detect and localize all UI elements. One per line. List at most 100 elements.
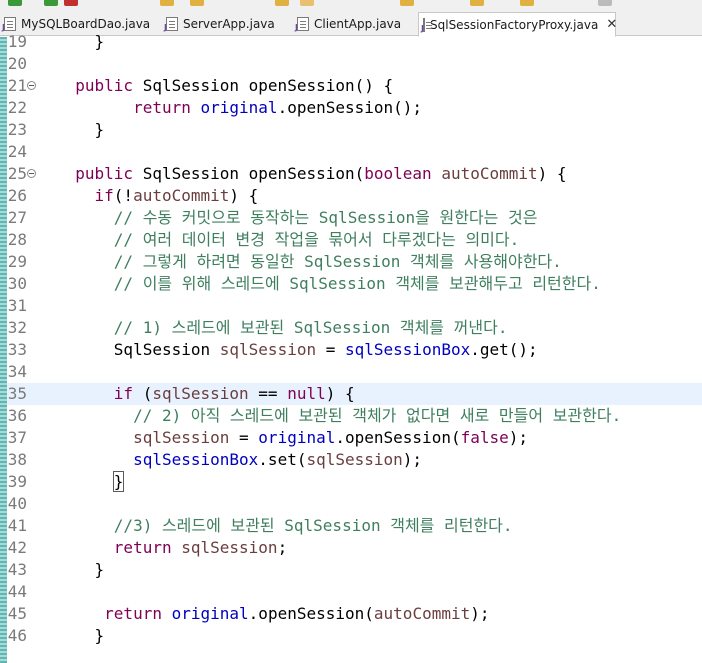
code-token: ) {	[537, 164, 567, 183]
code-line[interactable]: 43 }	[7, 559, 702, 581]
code-text: return sqlSession;	[56, 537, 287, 559]
code-line[interactable]: 34	[7, 361, 702, 383]
code-line[interactable]: 30 // 이를 위해 스레드에 SqlSession 객체를 보관해두고 리턴…	[7, 273, 702, 295]
code-line[interactable]: 46 }	[7, 625, 702, 647]
edit-icon[interactable]	[275, 0, 289, 6]
close-icon[interactable]: ✕	[606, 18, 617, 31]
code-line[interactable]: 29 // 그렇게 하려면 동일한 SqlSession 객체를 사용해야한다.	[7, 251, 702, 273]
code-text: // 1) 스레드에 보관된 SqlSession 객체를 꺼낸다.	[56, 317, 508, 339]
java-file-icon: J	[164, 17, 178, 32]
code-text: return original.openSession();	[56, 97, 422, 119]
code-token: autoCommit	[373, 604, 471, 623]
line-number: 21	[7, 76, 27, 95]
code-line[interactable]: 44	[7, 581, 702, 603]
code-token: ) {	[229, 186, 259, 205]
debug-icon[interactable]	[44, 0, 58, 6]
code-line[interactable]: 27 // 수동 커밋으로 동작하는 SqlSession을 원한다는 것은	[7, 207, 702, 229]
line-number: 32	[7, 318, 27, 337]
tab-label: ClientApp.java	[314, 17, 402, 31]
code-line[interactable]: 38 sqlSessionBox.set(sqlSession);	[7, 449, 702, 471]
code-text: // 2) 아직 스레드에 보관된 객체가 없다면 새로 만들어 보관한다.	[56, 405, 621, 427]
code-line[interactable]: 28 // 여러 데이터 변경 작업을 묶어서 다루겠다는 의미다.	[7, 229, 702, 251]
code-editor[interactable]: 19 } 20 21 public SqlSession openSession()…	[0, 32, 702, 663]
main-toolbar	[0, 0, 702, 8]
code-text: // 그렇게 하려면 동일한 SqlSession 객체를 사용해야한다.	[56, 251, 562, 273]
line-number: 19	[7, 32, 27, 51]
code-token: =	[316, 340, 345, 359]
code-line[interactable]: 41 //3) 스레드에 보관된 SqlSession 객체를 리턴한다.	[7, 515, 702, 537]
code-line[interactable]: 42 return sqlSession;	[7, 537, 702, 559]
stop-icon[interactable]	[64, 0, 78, 6]
code-token: return	[56, 98, 191, 117]
code-token: sqlSession	[152, 384, 249, 403]
code-text: sqlSessionBox.set(sqlSession);	[56, 449, 422, 471]
code-line[interactable]: 22 return original.openSession();	[7, 97, 702, 119]
line-number: 26	[7, 186, 27, 205]
code-token: (	[133, 384, 153, 403]
code-token: // 2) 아직 스레드에 보관된 객체가 없다면 새로 만들어 보관한다.	[56, 406, 622, 425]
code-token: .set(	[258, 450, 307, 469]
code-token: }	[56, 120, 105, 139]
code-line[interactable]: 39 }	[7, 471, 702, 493]
code-line[interactable]: 33 SqlSession sqlSession = sqlSessionBox…	[7, 339, 702, 361]
highlight-icon[interactable]	[300, 0, 314, 6]
code-token: sqlSession	[219, 340, 317, 359]
tab-label: SqlSessionFactoryProxy.java	[430, 17, 599, 32]
code-line[interactable]: 36 // 2) 아직 스레드에 보관된 객체가 없다면 새로 만들어 보관한다…	[7, 405, 702, 427]
line-number: 27	[7, 208, 27, 227]
code-text: if (sqlSession == null) {	[56, 383, 355, 405]
collapse-icon[interactable]	[27, 169, 36, 178]
code-token: );	[402, 450, 423, 469]
line-number: 28	[7, 230, 27, 249]
code-token: .openSession(	[335, 428, 461, 447]
code-token: sqlSessionBox	[345, 340, 471, 359]
code-text: }	[56, 559, 105, 581]
code-token: .get();	[470, 340, 538, 359]
code-token: ==	[248, 384, 288, 403]
forward-icon[interactable]	[520, 0, 534, 6]
run-icon[interactable]	[8, 0, 22, 6]
line-number: 36	[7, 406, 27, 425]
code-line[interactable]: 35 if (sqlSession == null) {	[7, 383, 702, 405]
code-token: original	[258, 428, 336, 447]
code-token: (!	[113, 186, 134, 205]
back-icon[interactable]	[470, 0, 484, 6]
code-line[interactable]: 26 if(!autoCommit) {	[7, 185, 702, 207]
code-token: original	[171, 604, 249, 623]
line-number: 30	[7, 274, 27, 293]
code-line[interactable]: 31	[7, 295, 702, 317]
code-text: // 이를 위해 스레드에 SqlSession 객체를 보관해두고 리턴한다.	[56, 273, 601, 295]
folder-icon[interactable]	[160, 0, 174, 6]
code-token: sqlSessionBox	[56, 450, 259, 469]
line-number: 43	[7, 560, 27, 579]
line-number: 25	[7, 164, 27, 183]
line-number: 22	[7, 98, 27, 117]
collapse-icon[interactable]	[27, 81, 36, 90]
code-token: // 1) 스레드에 보관된 SqlSession 객체를 꺼낸다.	[56, 318, 508, 337]
code-line[interactable]: 24	[7, 141, 702, 163]
line-number: 44	[7, 582, 27, 601]
tab-label: ServerApp.java	[183, 17, 275, 31]
pin-icon[interactable]	[400, 0, 414, 6]
code-line[interactable]: 20	[7, 53, 702, 75]
code-token: if	[56, 186, 114, 205]
nav-icon[interactable]	[598, 0, 612, 6]
code-line[interactable]: 45 return original.openSession(autoCommi…	[7, 603, 702, 625]
folder-open-icon[interactable]	[190, 0, 204, 6]
line-number: 46	[7, 626, 27, 645]
java-file-icon: J	[295, 17, 309, 32]
code-line[interactable]: 19 }	[7, 31, 702, 53]
code-token: return	[56, 538, 172, 557]
code-line[interactable]: 32 // 1) 스레드에 보관된 SqlSession 객체를 꺼낸다.	[7, 317, 702, 339]
code-token: null	[287, 384, 326, 403]
code-line[interactable]: 23 }	[7, 119, 702, 141]
code-line[interactable]: 21 public SqlSession openSession() {	[7, 75, 702, 97]
code-token: if	[56, 384, 134, 403]
code-line[interactable]: 40	[7, 493, 702, 515]
code-token: boolean	[364, 164, 432, 183]
code-line[interactable]: 37 sqlSession = original.openSession(fal…	[7, 427, 702, 449]
code-line[interactable]: 25 public SqlSession openSession(boolean…	[7, 163, 702, 185]
code-token: sqlSession	[306, 450, 403, 469]
line-number: 20	[7, 54, 27, 73]
